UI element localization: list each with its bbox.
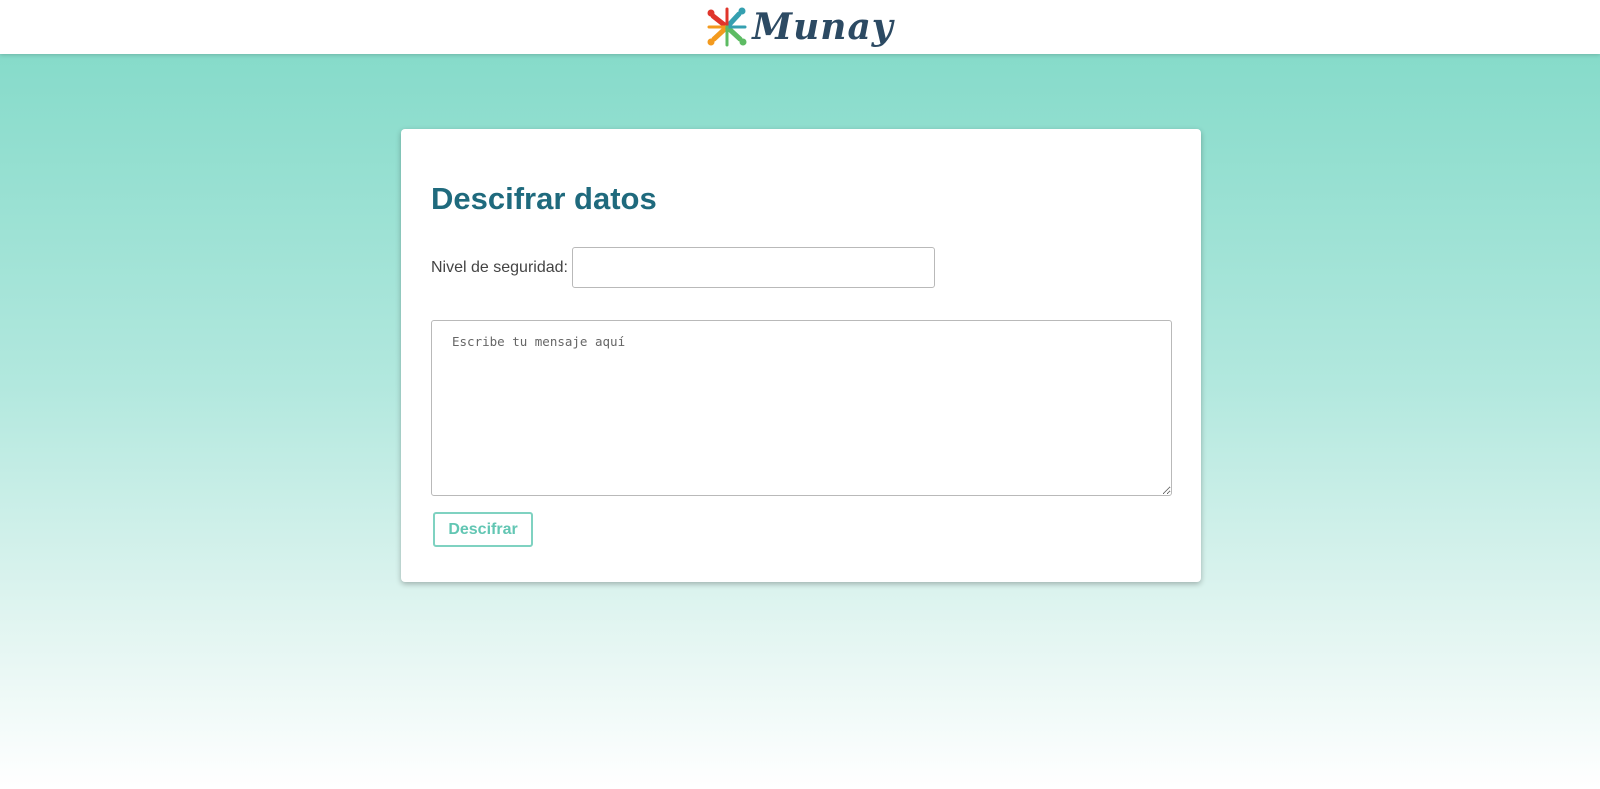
security-level-input[interactable] xyxy=(571,247,935,288)
munay-emblem-icon xyxy=(704,4,750,50)
top-header: Munay xyxy=(0,0,1600,54)
page-title: Descifrar datos xyxy=(431,181,657,216)
decrypt-button[interactable]: Descifrar xyxy=(433,512,533,547)
brand-name: Munay xyxy=(752,6,894,48)
security-level-row: Nivel de seguridad: xyxy=(431,247,935,288)
munay-logo[interactable]: Munay xyxy=(704,0,893,54)
message-textarea[interactable] xyxy=(431,320,1172,496)
security-level-label: Nivel de seguridad: xyxy=(431,258,568,276)
decrypt-card: Descifrar datos Nivel de seguridad: Desc… xyxy=(401,129,1201,582)
